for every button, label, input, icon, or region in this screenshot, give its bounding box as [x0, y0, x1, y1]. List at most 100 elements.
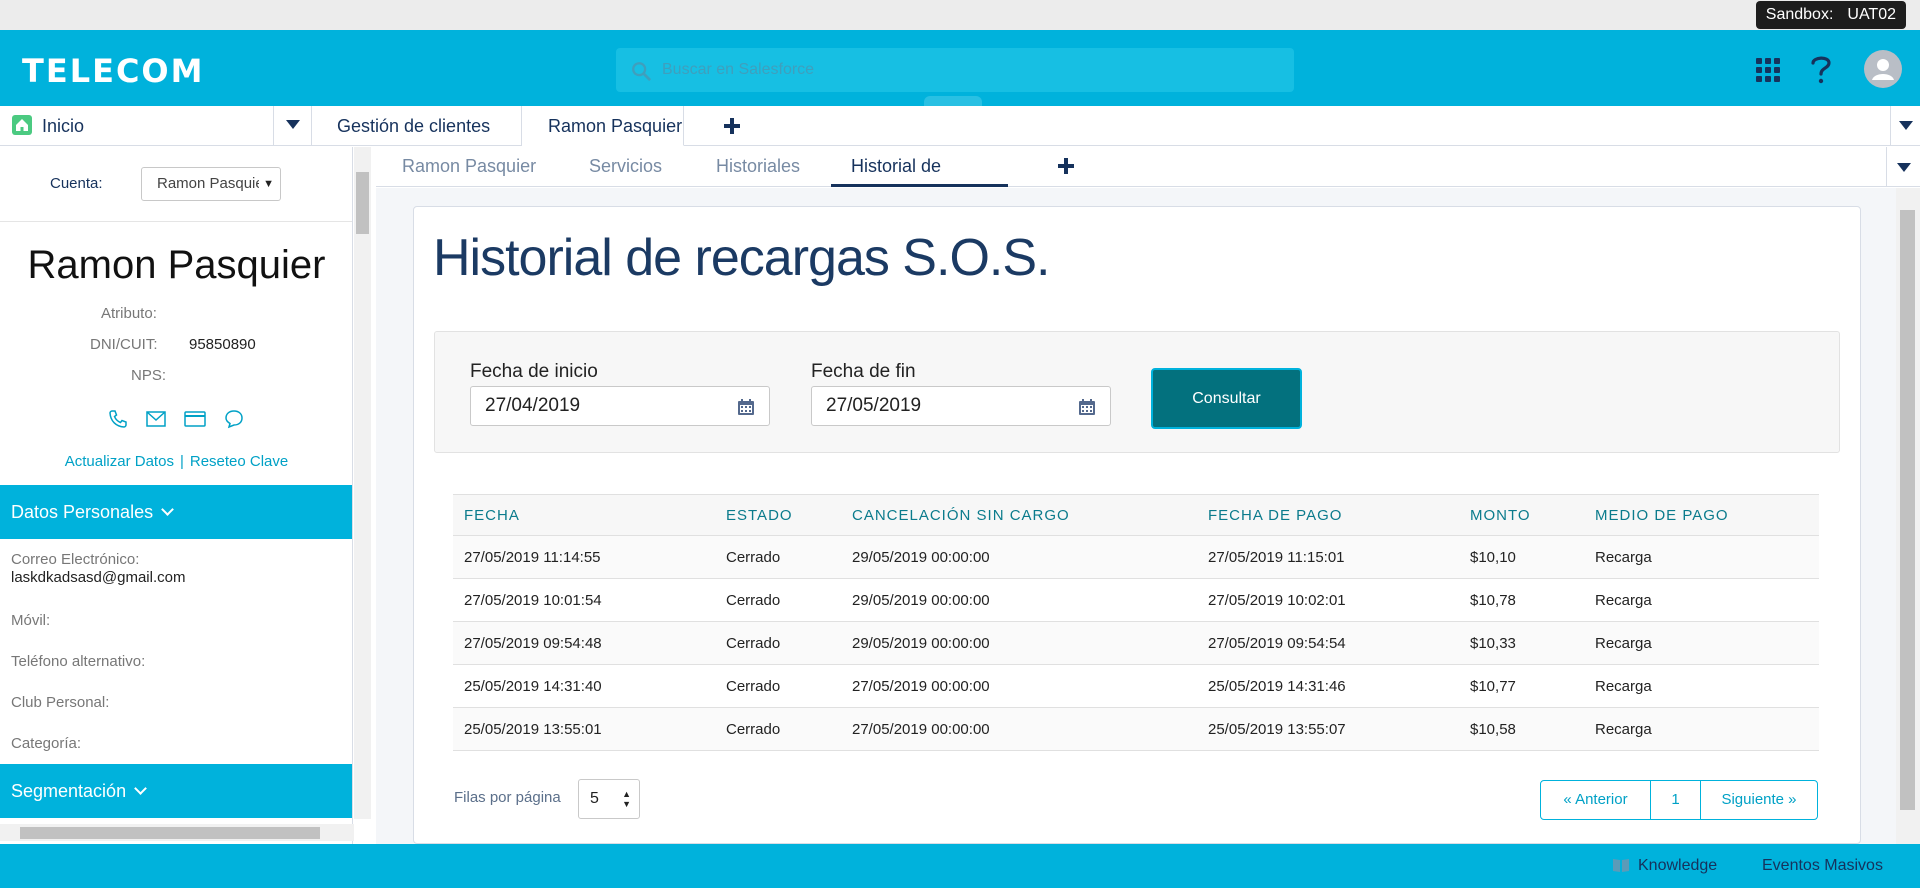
cuenta-select-value: Ramon Pasquier: [157, 175, 269, 192]
add-subtab-icon[interactable]: [1058, 158, 1074, 174]
knowledge-button[interactable]: Knowledge: [1638, 844, 1717, 888]
header-notch: [924, 96, 982, 106]
reseteo-clave-link[interactable]: Reseteo Clave: [190, 453, 288, 470]
subtab-historial-recargas[interactable]: Historial de recarg...: [831, 147, 1008, 214]
email-icon[interactable]: [146, 411, 166, 427]
cell-fecha: 27/05/2019 11:14:55: [453, 535, 715, 579]
rows-per-page-label: Filas por página: [454, 789, 561, 806]
cell-medio-pago: Recarga: [1584, 707, 1819, 751]
top-strip: Sandbox: UAT02: [0, 0, 1920, 30]
cell-estado: Cerrado: [715, 664, 841, 708]
eventos-masivos-button[interactable]: Eventos Masivos: [1762, 844, 1883, 888]
global-header: TELECOM: [0, 30, 1920, 106]
rows-per-page-select[interactable]: 5 ▲ ▼: [578, 779, 640, 819]
sidebar-vertical-scrollbar[interactable]: [354, 147, 371, 819]
fecha-fin-value: 27/05/2019: [826, 395, 922, 416]
main-vertical-scrollbar[interactable]: [1896, 188, 1920, 844]
cell-monto: $10,10: [1459, 535, 1584, 579]
recargas-table: FECHA ESTADO CANCELACIÓN SIN CARGO FECHA…: [453, 494, 1819, 751]
prev-page-button[interactable]: « Anterior: [1541, 781, 1651, 819]
next-page-button[interactable]: Siguiente »: [1701, 781, 1817, 819]
app-launcher-icon[interactable]: [1756, 58, 1780, 82]
field-correo-value: laskdkadsasd@gmail.com: [11, 569, 186, 586]
fecha-fin-label: Fecha de fin: [811, 361, 916, 382]
col-estado[interactable]: ESTADO: [715, 494, 841, 536]
cell-monto: $10,78: [1459, 578, 1584, 622]
fecha-inicio-input[interactable]: 27/04/2019: [470, 386, 770, 426]
search-icon: [632, 62, 651, 81]
chevron-down-icon: [161, 503, 174, 516]
chevron-down-icon: [1899, 121, 1913, 130]
col-fecha[interactable]: FECHA: [453, 494, 715, 536]
sandbox-badge: Sandbox: UAT02: [1755, 1, 1906, 29]
cell-cancelacion: 29/05/2019 00:00:00: [841, 578, 1197, 622]
field-correo-label: Correo Electrónico:: [11, 551, 140, 568]
chat-icon[interactable]: [224, 409, 244, 429]
sidebar-horizontal-scrollbar[interactable]: [0, 824, 354, 841]
scrollbar-thumb[interactable]: [1900, 210, 1915, 810]
attr-nps-label: NPS:: [131, 367, 167, 384]
table-row: 25/05/2019 13:55:01 Cerrado 27/05/2019 0…: [453, 707, 1819, 751]
table-row: 25/05/2019 14:31:40 Cerrado 27/05/2019 0…: [453, 664, 1819, 708]
datos-personales-header[interactable]: Datos Personales: [0, 485, 352, 539]
add-tab-icon[interactable]: [724, 118, 740, 134]
calendar-icon[interactable]: [737, 398, 755, 416]
cell-monto: $10,58: [1459, 707, 1584, 751]
utility-bar: Knowledge Eventos Masivos: [0, 844, 1920, 888]
page-number-button[interactable]: 1: [1651, 781, 1701, 819]
account-actions: Actualizar Datos | Reseteo Clave: [0, 453, 352, 470]
cell-fecha-pago: 25/05/2019 13:55:07: [1197, 707, 1459, 751]
segmentacion-header[interactable]: Segmentación: [0, 764, 352, 818]
cell-fecha: 25/05/2019 13:55:01: [453, 707, 715, 751]
cell-medio-pago: Recarga: [1584, 578, 1819, 622]
cell-fecha-pago: 27/05/2019 11:15:01: [1197, 535, 1459, 579]
field-movil-label: Móvil:: [11, 612, 51, 629]
tab-ramon-pasquier[interactable]: Ramon Pasquier: [522, 106, 684, 146]
sandbox-label: Sandbox:: [1765, 6, 1834, 23]
cell-fecha-pago: 27/05/2019 09:54:54: [1197, 621, 1459, 665]
sandbox-env: UAT02: [1847, 6, 1896, 23]
global-search[interactable]: [616, 48, 1294, 92]
fecha-inicio-label: Fecha de inicio: [470, 361, 598, 382]
actualizar-datos-link[interactable]: Actualizar Datos: [65, 453, 174, 470]
scrollbar-thumb[interactable]: [356, 172, 369, 234]
card-icon[interactable]: [184, 411, 206, 427]
tab-gestion-clientes[interactable]: Gestión de clientes: [312, 106, 522, 146]
subtab-ramon-pasquier[interactable]: Ramon Pasquier: [402, 147, 536, 187]
cell-monto: $10,33: [1459, 621, 1584, 665]
attr-dni-value: 95850890: [189, 336, 256, 353]
field-telefono-label: Teléfono alternativo:: [11, 653, 146, 670]
scrollbar-thumb[interactable]: [20, 827, 320, 839]
attr-atributo-label: Atributo:: [101, 305, 157, 322]
cuenta-select[interactable]: Ramon Pasquier ▼: [141, 167, 281, 201]
fecha-fin-input[interactable]: 27/05/2019: [811, 386, 1111, 426]
chevron-down-icon: [1897, 163, 1911, 172]
user-avatar-icon[interactable]: [1864, 50, 1902, 88]
cell-fecha-pago: 27/05/2019 10:02:01: [1197, 578, 1459, 622]
subtabs-bar: Ramon Pasquier Servicios Historiales His…: [376, 147, 1920, 214]
tab-inicio-dropdown[interactable]: [274, 106, 312, 146]
cell-fecha: 25/05/2019 14:31:40: [453, 664, 715, 708]
col-medio-pago[interactable]: MEDIO DE PAGO: [1584, 494, 1819, 536]
spinner-icon[interactable]: ▲ ▼: [622, 789, 631, 809]
col-monto[interactable]: MONTO: [1459, 494, 1584, 536]
cell-cancelacion: 29/05/2019 00:00:00: [841, 621, 1197, 665]
help-icon[interactable]: [1810, 54, 1832, 84]
subtabs-overflow-button[interactable]: [1886, 147, 1920, 187]
consultar-button[interactable]: Consultar: [1151, 368, 1302, 429]
cell-fecha: 27/05/2019 09:54:48: [453, 621, 715, 665]
phone-icon[interactable]: [108, 409, 128, 429]
table-row: 27/05/2019 11:14:55 Cerrado 29/05/2019 0…: [453, 535, 1819, 579]
tab-inicio[interactable]: Inicio: [0, 106, 274, 146]
col-cancelacion[interactable]: CANCELACIÓN SIN CARGO: [841, 494, 1197, 536]
subtab-servicios[interactable]: Servicios: [589, 147, 662, 187]
tab-inicio-label: Inicio: [42, 116, 85, 136]
search-input[interactable]: [662, 48, 1262, 92]
table-header-row: FECHA ESTADO CANCELACIÓN SIN CARGO FECHA…: [453, 494, 1819, 536]
table-row: 27/05/2019 09:54:48 Cerrado 29/05/2019 0…: [453, 621, 1819, 665]
workspace-overflow-button[interactable]: [1890, 106, 1920, 146]
subtab-historiales[interactable]: Historiales: [716, 147, 800, 187]
col-fecha-pago[interactable]: FECHA DE PAGO: [1197, 494, 1459, 536]
chevron-down-icon: [286, 120, 300, 129]
calendar-icon[interactable]: [1078, 398, 1096, 416]
